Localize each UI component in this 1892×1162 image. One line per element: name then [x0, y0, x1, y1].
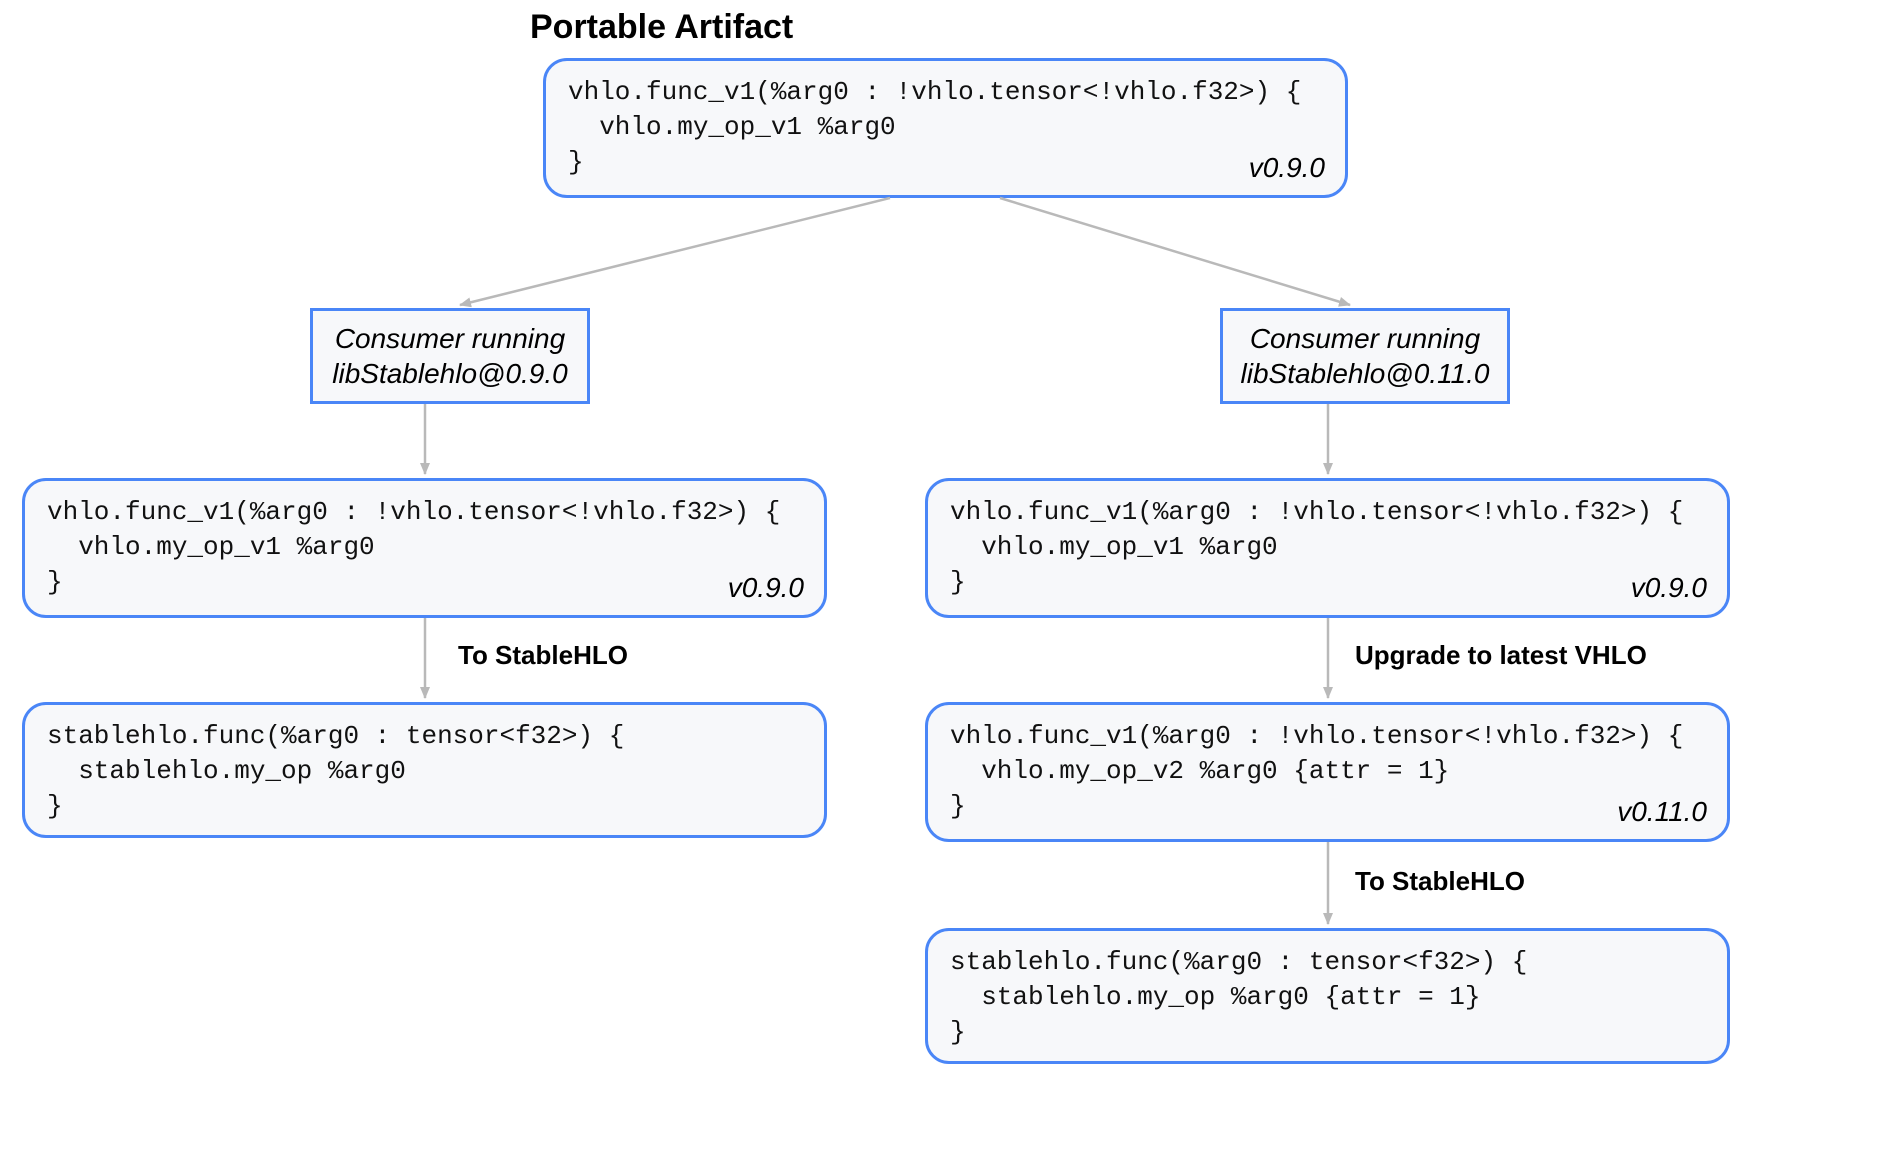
right-step2-version: v0.11.0: [1617, 793, 1707, 831]
artifact-version: v0.9.0: [1249, 149, 1325, 187]
right-step3-code: stablehlo.func(%arg0 : tensor<f32>) { st…: [950, 945, 1705, 1050]
arrow-artifact-to-right: [1000, 198, 1350, 305]
right-step1-code-box: vhlo.func_v1(%arg0 : !vhlo.tensor<!vhlo.…: [925, 478, 1730, 618]
consumer-box-left: Consumer running libStablehlo@0.9.0: [310, 308, 590, 404]
right-step1-version: v0.9.0: [1631, 569, 1707, 607]
right-step2-code: vhlo.func_v1(%arg0 : !vhlo.tensor<!vhlo.…: [950, 719, 1705, 824]
left-edge-label-1: To StableHLO: [458, 640, 628, 671]
left-step1-version: v0.9.0: [728, 569, 804, 607]
right-edge-label-2: To StableHLO: [1355, 866, 1525, 897]
left-step2-code-box: stablehlo.func(%arg0 : tensor<f32>) { st…: [22, 702, 827, 838]
left-step2-code: stablehlo.func(%arg0 : tensor<f32>) { st…: [47, 719, 802, 824]
left-step1-code: vhlo.func_v1(%arg0 : !vhlo.tensor<!vhlo.…: [47, 495, 802, 600]
consumer-label-right: Consumer running libStablehlo@0.11.0: [1241, 321, 1490, 391]
right-step3-code-box: stablehlo.func(%arg0 : tensor<f32>) { st…: [925, 928, 1730, 1064]
right-edge-label-1: Upgrade to latest VHLO: [1355, 640, 1647, 671]
left-step1-code-box: vhlo.func_v1(%arg0 : !vhlo.tensor<!vhlo.…: [22, 478, 827, 618]
right-step2-code-box: vhlo.func_v1(%arg0 : !vhlo.tensor<!vhlo.…: [925, 702, 1730, 842]
artifact-code-box: vhlo.func_v1(%arg0 : !vhlo.tensor<!vhlo.…: [543, 58, 1348, 198]
diagram-title: Portable Artifact: [530, 8, 793, 47]
arrow-artifact-to-left: [460, 198, 890, 305]
right-step1-code: vhlo.func_v1(%arg0 : !vhlo.tensor<!vhlo.…: [950, 495, 1705, 600]
consumer-box-right: Consumer running libStablehlo@0.11.0: [1220, 308, 1510, 404]
consumer-label-left: Consumer running libStablehlo@0.9.0: [332, 321, 567, 391]
artifact-code: vhlo.func_v1(%arg0 : !vhlo.tensor<!vhlo.…: [568, 75, 1323, 180]
